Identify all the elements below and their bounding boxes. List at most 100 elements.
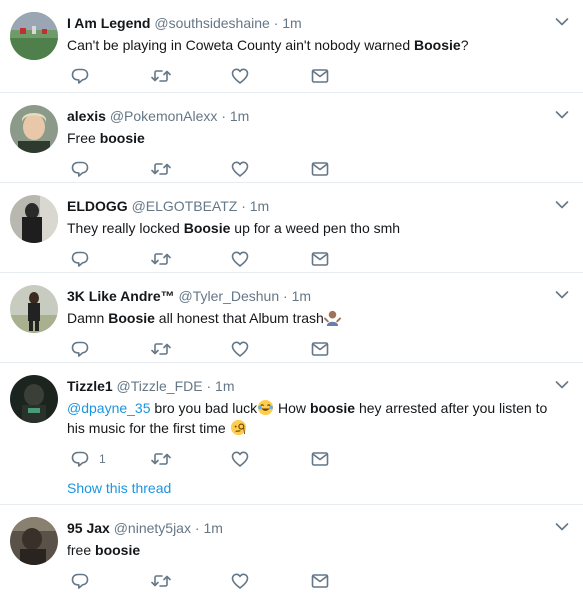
avatar[interactable] bbox=[10, 105, 58, 153]
tweet-item[interactable]: 3K Like Andre™ @Tyler_Deshun · 1m Damn B… bbox=[0, 273, 583, 363]
like-button[interactable] bbox=[231, 250, 249, 268]
user-handle[interactable]: @PokemonAlexx bbox=[110, 108, 218, 124]
tweet-text: Damn Boosie all honest that Album trash bbox=[67, 308, 583, 328]
timestamp[interactable]: 1m bbox=[230, 108, 249, 124]
avatar[interactable] bbox=[10, 517, 58, 565]
reply-icon bbox=[71, 161, 89, 177]
avatar[interactable] bbox=[10, 375, 58, 423]
display-name[interactable]: I Am Legend bbox=[67, 15, 151, 31]
avatar[interactable] bbox=[10, 285, 58, 333]
reply-icon bbox=[71, 341, 89, 357]
tweet-header: 95 Jax @ninety5jax · 1m bbox=[67, 505, 583, 537]
user-handle[interactable]: @southsideshaine bbox=[154, 15, 269, 31]
tweet-text: @dpayne_35 bro you bad luck How boosie h… bbox=[67, 399, 548, 436]
direct-message-button[interactable] bbox=[311, 67, 329, 85]
person-shrugging-emoji-icon bbox=[323, 310, 341, 326]
retweet-button[interactable] bbox=[151, 572, 171, 590]
direct-message-button[interactable] bbox=[311, 340, 329, 358]
display-name[interactable]: 3K Like Andre™ bbox=[67, 288, 175, 304]
like-icon bbox=[231, 68, 249, 84]
reply-button[interactable] bbox=[71, 572, 89, 590]
timestamp[interactable]: 1m bbox=[282, 15, 301, 31]
direct-message-icon bbox=[311, 252, 329, 266]
timestamp[interactable]: 1m bbox=[215, 378, 234, 394]
tweet-item[interactable]: ELDOGG @ELGOTBEATZ · 1m They really lock… bbox=[0, 183, 583, 273]
tweet-actions bbox=[67, 566, 583, 600]
like-button[interactable] bbox=[231, 67, 249, 85]
reply-button[interactable] bbox=[71, 250, 89, 268]
like-icon bbox=[231, 451, 249, 467]
direct-message-button[interactable] bbox=[311, 250, 329, 268]
separator-dot: · bbox=[206, 378, 212, 394]
reply-button[interactable] bbox=[71, 160, 89, 178]
caret-down-icon[interactable] bbox=[555, 17, 569, 27]
retweet-button[interactable] bbox=[151, 67, 171, 85]
separator-dot: · bbox=[241, 198, 246, 214]
display-name[interactable]: Tizzle1 bbox=[67, 378, 113, 394]
user-handle[interactable]: @ninety5jax bbox=[114, 520, 191, 536]
separator-dot: · bbox=[221, 108, 226, 124]
separator-dot: · bbox=[283, 288, 288, 304]
display-name[interactable]: 95 Jax bbox=[67, 520, 110, 536]
tweet-actions: 1 bbox=[67, 444, 583, 478]
retweet-button[interactable] bbox=[151, 340, 171, 358]
user-handle[interactable]: @Tizzle_FDE bbox=[117, 378, 203, 394]
user-handle[interactable]: @Tyler_Deshun bbox=[179, 288, 280, 304]
tweet-item[interactable]: Tizzle1 @Tizzle_FDE · 1m @dpayne_35 bro … bbox=[0, 363, 583, 505]
direct-message-button[interactable] bbox=[311, 450, 329, 468]
reply-button[interactable]: 1 bbox=[71, 450, 106, 468]
caret-down-icon[interactable] bbox=[555, 380, 569, 390]
caret-down-icon[interactable] bbox=[555, 522, 569, 532]
show-thread-link[interactable]: Show this thread bbox=[67, 478, 583, 508]
reply-button[interactable] bbox=[71, 340, 89, 358]
retweet-button[interactable] bbox=[151, 450, 171, 468]
like-button[interactable] bbox=[231, 160, 249, 178]
direct-message-icon bbox=[311, 162, 329, 176]
reply-icon bbox=[71, 451, 89, 467]
retweet-icon bbox=[151, 453, 171, 465]
direct-message-button[interactable] bbox=[311, 160, 329, 178]
reply-icon bbox=[71, 251, 89, 267]
caret-down-icon[interactable] bbox=[555, 200, 569, 210]
face-with-monocle-emoji-icon bbox=[230, 419, 246, 436]
retweet-icon bbox=[151, 253, 171, 265]
tweet-item[interactable]: 95 Jax @ninety5jax · 1m free boosie bbox=[0, 505, 583, 595]
direct-message-button[interactable] bbox=[311, 572, 329, 590]
timestamp[interactable]: 1m bbox=[203, 520, 222, 536]
like-button[interactable] bbox=[231, 340, 249, 358]
display-name[interactable]: ELDOGG bbox=[67, 198, 128, 214]
direct-message-icon bbox=[311, 574, 329, 588]
retweet-button[interactable] bbox=[151, 160, 171, 178]
tweet-item[interactable]: alexis @PokemonAlexx · 1m Free boosie bbox=[0, 93, 583, 183]
separator-dot: · bbox=[194, 520, 200, 536]
timestamp[interactable]: 1m bbox=[250, 198, 269, 214]
direct-message-icon bbox=[311, 69, 329, 83]
reply-icon bbox=[71, 68, 89, 84]
timestamp[interactable]: 1m bbox=[292, 288, 311, 304]
like-button[interactable] bbox=[231, 450, 249, 468]
caret-down-icon[interactable] bbox=[555, 110, 569, 120]
reply-icon bbox=[71, 573, 89, 589]
user-handle[interactable]: @ELGOTBEATZ bbox=[132, 198, 238, 214]
tears-of-joy-emoji-icon bbox=[258, 399, 274, 416]
reply-button[interactable] bbox=[71, 67, 89, 85]
tweet-header: ELDOGG @ELGOTBEATZ · 1m bbox=[67, 183, 583, 215]
retweet-icon bbox=[151, 343, 171, 355]
retweet-icon bbox=[151, 70, 171, 82]
tweet-text: free boosie bbox=[67, 542, 141, 558]
tweet-item[interactable]: I Am Legend @southsideshaine · 1m Can't … bbox=[0, 0, 583, 93]
tweet-header: alexis @PokemonAlexx · 1m bbox=[67, 93, 583, 125]
retweet-icon bbox=[151, 575, 171, 587]
like-button[interactable] bbox=[231, 572, 249, 590]
tweet-actions bbox=[67, 61, 583, 95]
retweet-button[interactable] bbox=[151, 250, 171, 268]
display-name[interactable]: alexis bbox=[67, 108, 106, 124]
avatar[interactable] bbox=[10, 195, 58, 243]
tweet-header: I Am Legend @southsideshaine · 1m bbox=[67, 0, 583, 32]
separator-dot: · bbox=[273, 15, 279, 31]
direct-message-icon bbox=[311, 452, 329, 466]
caret-down-icon[interactable] bbox=[555, 290, 569, 300]
mention-link[interactable]: @dpayne_35 bbox=[67, 400, 151, 416]
tweet-text: They really locked Boosie up for a weed … bbox=[67, 220, 401, 236]
avatar[interactable] bbox=[10, 12, 58, 60]
